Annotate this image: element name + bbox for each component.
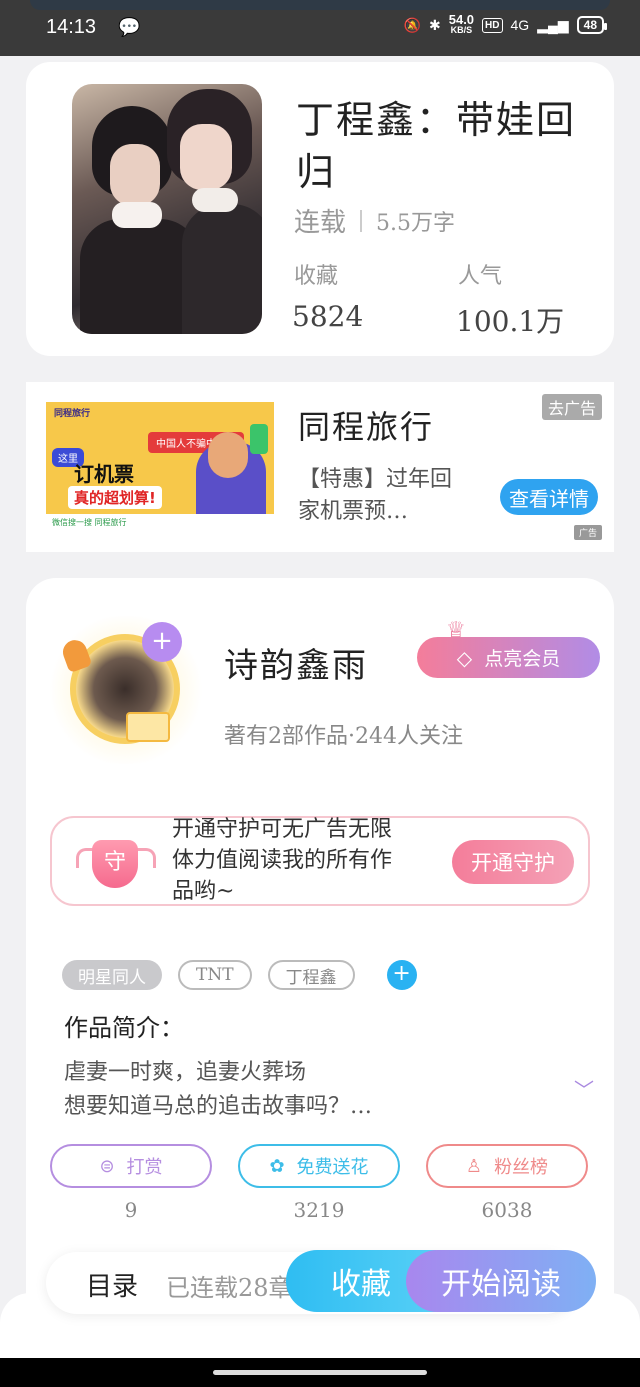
signal-icon: ▂▄▆ (537, 16, 569, 33)
network-speed: 54.0 KB/S (448, 12, 475, 36)
add-tag-button[interactable]: + (386, 960, 417, 990)
popularity-label: 人气 (458, 264, 503, 289)
intro-text[interactable]: 虐妻一时爽，追妻火葬场 想要知道马总的追击故事吗？… (64, 1056, 504, 1124)
fan-ranking-button[interactable]: ♙ 粉丝榜 (426, 1144, 588, 1188)
status-bar: 14:13 💬 🔕 ✱ 54.0 KB/S HD 4G ▂▄▆ 48 (0, 0, 640, 56)
wing-right-icon (136, 848, 156, 868)
home-indicator[interactable] (213, 1370, 427, 1375)
status-time: 14:13 (46, 16, 97, 38)
send-flower-label: 免费送花 (296, 1157, 369, 1178)
intro-label: 作品简介： (64, 1014, 184, 1042)
diamond-icon: ◇ (456, 645, 473, 670)
chevron-down-icon[interactable]: ﹀ (574, 1074, 594, 1103)
favorites-value: 5824 (292, 300, 364, 333)
book-cover[interactable] (72, 84, 262, 334)
vip-button-label: 点亮会员 (484, 648, 561, 670)
ad-description: 【特惠】过年回家机票预… (298, 467, 453, 524)
enable-guard-button[interactable]: 开通守护 (452, 840, 574, 884)
cover-face-1 (110, 144, 160, 206)
yen-icon: ⊜ (99, 1155, 115, 1177)
author-card: + 诗韵鑫雨 ♕ ◇ 点亮会员 著有2部作品·244人关注 守 开通守护可无广告… (26, 578, 614, 1338)
cover-collar-1 (112, 202, 162, 228)
user-icon: ♙ (465, 1155, 483, 1177)
view-details-button[interactable]: 查看详情 (500, 479, 598, 515)
cover-collar-2 (192, 188, 238, 212)
author-meta: 著有2部作品·244人关注 (224, 724, 463, 749)
tag[interactable]: TNT (178, 960, 252, 990)
divider (360, 209, 363, 232)
fan-count: 6038 (481, 1198, 533, 1222)
book-status: 连载 5.5万字 (294, 202, 455, 239)
tip-count: 9 (124, 1198, 138, 1222)
book-info-card: 丁程鑫：带娃回归 连载 5.5万字 收藏 5824 人气 100.1万 (26, 62, 614, 356)
author-name[interactable]: 诗韵鑫雨 (224, 638, 368, 687)
ad-image-subheadline: 真的超划算! (68, 486, 162, 509)
catalog-status: 已连载28章 (166, 1274, 293, 1302)
battery-icon: 48 (576, 16, 608, 34)
word-count: 5.5万字 (376, 210, 456, 236)
book-icon (126, 712, 170, 742)
cover-figure-2 (182, 204, 262, 334)
intro-line: 想要知道马总的追击故事吗？… (64, 1094, 373, 1119)
ad-image-brand: 同程旅行 (54, 409, 91, 419)
speed-unit: KB/S (450, 25, 473, 35)
speed-value: 54.0 (448, 12, 475, 27)
guard-text: 开通守护可无广告无限体力值阅读我的所有作品哟~ (172, 817, 393, 904)
ad-image-strip: 微信搜一搜 同程旅行 (46, 514, 274, 530)
fan-ranking-label: 粉丝榜 (494, 1157, 549, 1178)
ad-title: 同程旅行 (298, 408, 435, 446)
remove-ad-button[interactable]: 去广告 (541, 394, 602, 420)
book-title: 丁程鑫：带娃回归 (296, 98, 577, 194)
popularity-value: 100.1万 (456, 305, 565, 338)
follow-plus-icon[interactable]: + (142, 622, 182, 662)
start-reading-button[interactable]: 开始阅读 (406, 1250, 596, 1312)
send-flower-button[interactable]: ✿ 免费送花 (238, 1144, 400, 1188)
tip-button[interactable]: ⊜ 打赏 (50, 1144, 212, 1188)
ad-image-headline: 订机票 (74, 462, 134, 486)
vip-button[interactable]: ◇ 点亮会员 (417, 637, 600, 678)
ad-image[interactable]: 同程旅行 中国人不骗中国人 这里 订机票 真的超划算! 微信搜一搜 同程旅行 (46, 402, 274, 530)
mute-icon: 🔕 (403, 16, 421, 33)
tag[interactable]: 明星同人 (62, 960, 162, 990)
top-strip (30, 0, 610, 10)
shield-icon: 守 (92, 840, 138, 888)
ad-image-face (208, 432, 248, 478)
serial-status: 连载 (294, 208, 347, 238)
catalog-label: 目录 (86, 1272, 139, 1302)
tip-label: 打赏 (126, 1157, 163, 1178)
ad-badge: 广告 (573, 525, 602, 540)
flower-count: 3219 (293, 1198, 345, 1222)
tag-list: 明星同人 TNT 丁程鑫 + (62, 960, 417, 990)
wechat-icon: 💬 (118, 17, 141, 38)
system-nav-bar (0, 1358, 640, 1387)
intro-line: 虐妻一时爽，追妻火葬场 (64, 1060, 307, 1085)
cover-face-2 (180, 124, 232, 190)
flower-icon: ✿ (269, 1155, 285, 1177)
network-type: 4G (510, 17, 530, 33)
bluetooth-icon: ✱ (429, 16, 441, 33)
guard-banner[interactable]: 守 开通守护可无广告无限体力值阅读我的所有作品哟~ 开通守护 (50, 816, 590, 906)
favorites-label: 收藏 (294, 264, 339, 289)
hd-icon: HD (482, 17, 503, 33)
tag[interactable]: 丁程鑫 (267, 960, 355, 990)
phone-icon (250, 424, 268, 454)
status-icons: 🔕 ✱ 54.0 KB/S HD 4G ▂▄▆ 48 (403, 12, 608, 36)
ad-card[interactable]: 同程旅行 中国人不骗中国人 这里 订机票 真的超划算! 微信搜一搜 同程旅行 同… (26, 382, 614, 552)
